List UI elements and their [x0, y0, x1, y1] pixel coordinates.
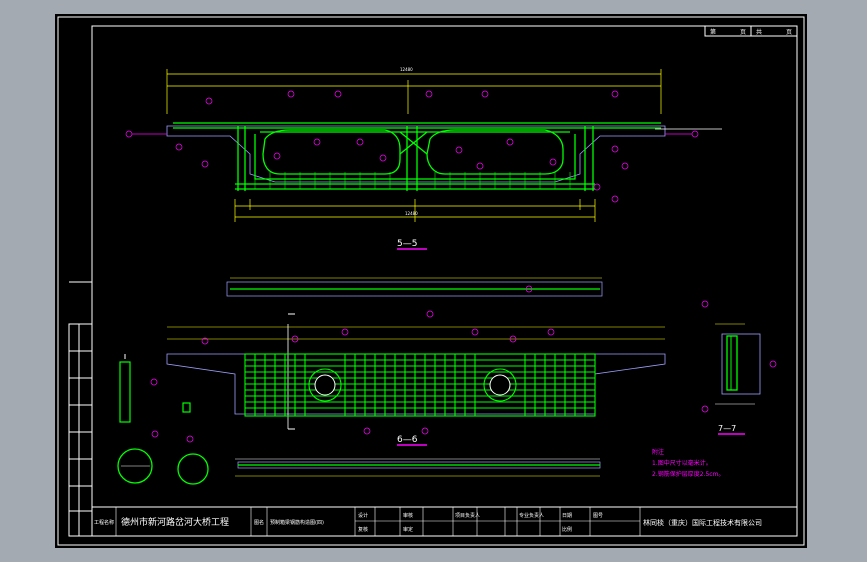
left-strip — [68, 281, 93, 537]
section-6-title: 6—6 — [397, 435, 418, 445]
total-unit: 页 — [786, 29, 792, 36]
notes-block: 附注 1.图中尺寸以毫米计。 2.钢筋保护层厚度2.5cm。 — [652, 448, 724, 478]
detail-items — [117, 354, 209, 485]
sheet-corner-box: 第 页 共 页 — [704, 25, 798, 37]
section-7-7: 7—7 — [701, 300, 777, 435]
date-label: 日期 — [562, 513, 572, 519]
total-label: 共 — [756, 28, 762, 36]
company-name: 林同棪（重庆）国际工程技术有限公司 — [643, 518, 762, 527]
chief-label: 专业负责人 — [519, 512, 544, 519]
bottom-bar — [235, 458, 601, 477]
notes-title: 附注 — [652, 448, 664, 456]
project-label: 工程名称 — [94, 519, 114, 526]
drawing-sheet: 第 页 共 页 12480 12480 5—5 6—6 7—7 附注 1.图中尺… — [55, 14, 807, 548]
cad-drawing: 第 页 共 页 12480 12480 5—5 6—6 7—7 附注 1.图中尺… — [57, 16, 805, 546]
scale-label: 比例 — [562, 526, 572, 533]
drawing-name: 预制箱梁钢筋构造图(四) — [270, 519, 324, 526]
drawing-label: 图名 — [254, 519, 264, 526]
section-5-5: 12480 12480 5—5 — [125, 67, 722, 250]
number-label: 图号 — [593, 513, 603, 519]
notes-line-1: 1.图中尺寸以毫米计。 — [652, 459, 712, 467]
check-label: 复核 — [358, 526, 368, 533]
long-bar — [226, 277, 603, 297]
approve-label: 审定 — [403, 526, 413, 533]
project-name: 德州市新河路岔河大桥工程 — [121, 516, 229, 528]
review-label: 审核 — [403, 512, 413, 519]
section-6-6: 6—6 — [150, 310, 666, 446]
design-label: 设计 — [358, 512, 368, 519]
leader-label: 项目负责人 — [455, 512, 480, 519]
svg-text:12480: 12480 — [405, 211, 418, 216]
title-block: 工程名称 德州市新河路岔河大桥工程 图名 预制箱梁钢筋构造图(四) 设计 复核 … — [91, 506, 798, 537]
page-label: 第 — [710, 28, 716, 36]
page-unit: 页 — [740, 29, 746, 36]
section-5-title: 5—5 — [397, 239, 417, 249]
notes-line-2: 2.钢筋保护层厚度2.5cm。 — [652, 470, 724, 478]
section-7-title: 7—7 — [718, 424, 736, 433]
svg-text:12480: 12480 — [400, 67, 413, 72]
